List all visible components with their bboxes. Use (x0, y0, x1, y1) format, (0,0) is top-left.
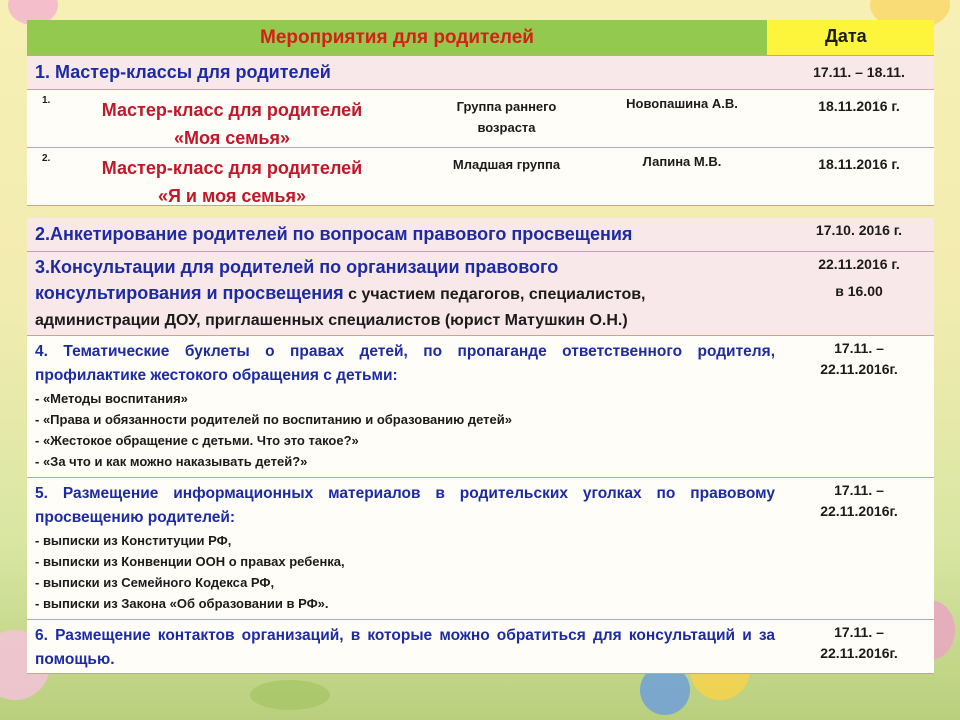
date-header: Дата (767, 20, 934, 55)
section-title: 3.Консультации для родителей по организа… (35, 257, 646, 329)
list-item: - выписки из Конвенции ООН о правах ребе… (35, 554, 345, 569)
section-master-classes: 1. Мастер-классы для родителей 17.11. – … (27, 56, 934, 90)
row-date: 18.11.2016 г. (818, 98, 900, 114)
person-name: Лапина М.В. (642, 154, 722, 169)
booklet-list: - «Методы воспитания» - «Права и обязанн… (35, 388, 926, 472)
section-title: 6. Размещение контактов организаций, в к… (35, 627, 775, 668)
section-survey: 2.Анкетирование родителей по вопросам пр… (27, 218, 934, 252)
list-item: - «За что и как можно наказывать детей?» (35, 454, 308, 469)
section-title: 1. Мастер-классы для родителей (35, 62, 331, 82)
section-date: 17.11. – 18.11. (813, 64, 905, 80)
list-item: - выписки из Семейного Кодекса РФ, (35, 575, 275, 590)
list-item: - выписки из Закона «Об образовании в РФ… (35, 596, 329, 611)
table-row: 1. Мастер-класс для родителей «Моя семья… (27, 90, 934, 148)
activities-header: Мероприятия для родителей (27, 20, 767, 55)
section-date: 17.10. 2016 г. (815, 222, 903, 238)
group-name: Младшая группа (452, 157, 561, 172)
event-name: Мастер-класс для родителей «Моя семья» (101, 100, 363, 148)
section-contacts: 6. Размещение контактов организаций, в к… (27, 620, 934, 674)
list-item: - «Права и обязанности родителей по восп… (35, 412, 512, 427)
section-consultations: 3.Консультации для родителей по организа… (27, 252, 934, 336)
row-number: 1. (42, 95, 51, 106)
list-item: - «Жестокое обращение с детьми. Что это … (35, 433, 359, 448)
section-materials: 5. Размещение информационных материалов … (27, 478, 934, 620)
section-title: 2.Анкетирование родителей по вопросам пр… (35, 224, 633, 244)
section-date: 17.11. – 22.11.2016г. (820, 340, 898, 377)
table-header: Мероприятия для родителей Дата (27, 20, 934, 56)
group-name: Группа раннего возраста (456, 99, 557, 135)
section-date: 17.11. – 22.11.2016г. (820, 624, 898, 661)
row-number: 2. (42, 153, 51, 164)
activities-table: Мероприятия для родителей Дата 1. Мастер… (27, 20, 934, 674)
materials-list: - выписки из Конституции РФ, - выписки и… (35, 530, 926, 614)
event-name: Мастер-класс для родителей «Я и моя семь… (101, 158, 363, 206)
list-item: - «Методы воспитания» (35, 391, 188, 406)
table-row: 2. Мастер-класс для родителей «Я и моя с… (27, 148, 934, 206)
section-date: 22.11.2016 г. в 16.00 (818, 256, 900, 299)
section-booklets: 4. Тематические буклеты о правах детей, … (27, 336, 934, 478)
person-name: Новопашина А.В. (626, 96, 738, 111)
section-date: 17.11. – 22.11.2016г. (820, 482, 898, 519)
section-title: 4. Тематические буклеты о правах детей, … (35, 343, 775, 384)
row-date: 18.11.2016 г. (818, 156, 900, 172)
section-title: 5. Размещение информационных материалов … (35, 485, 775, 526)
list-item: - выписки из Конституции РФ, (35, 533, 232, 548)
